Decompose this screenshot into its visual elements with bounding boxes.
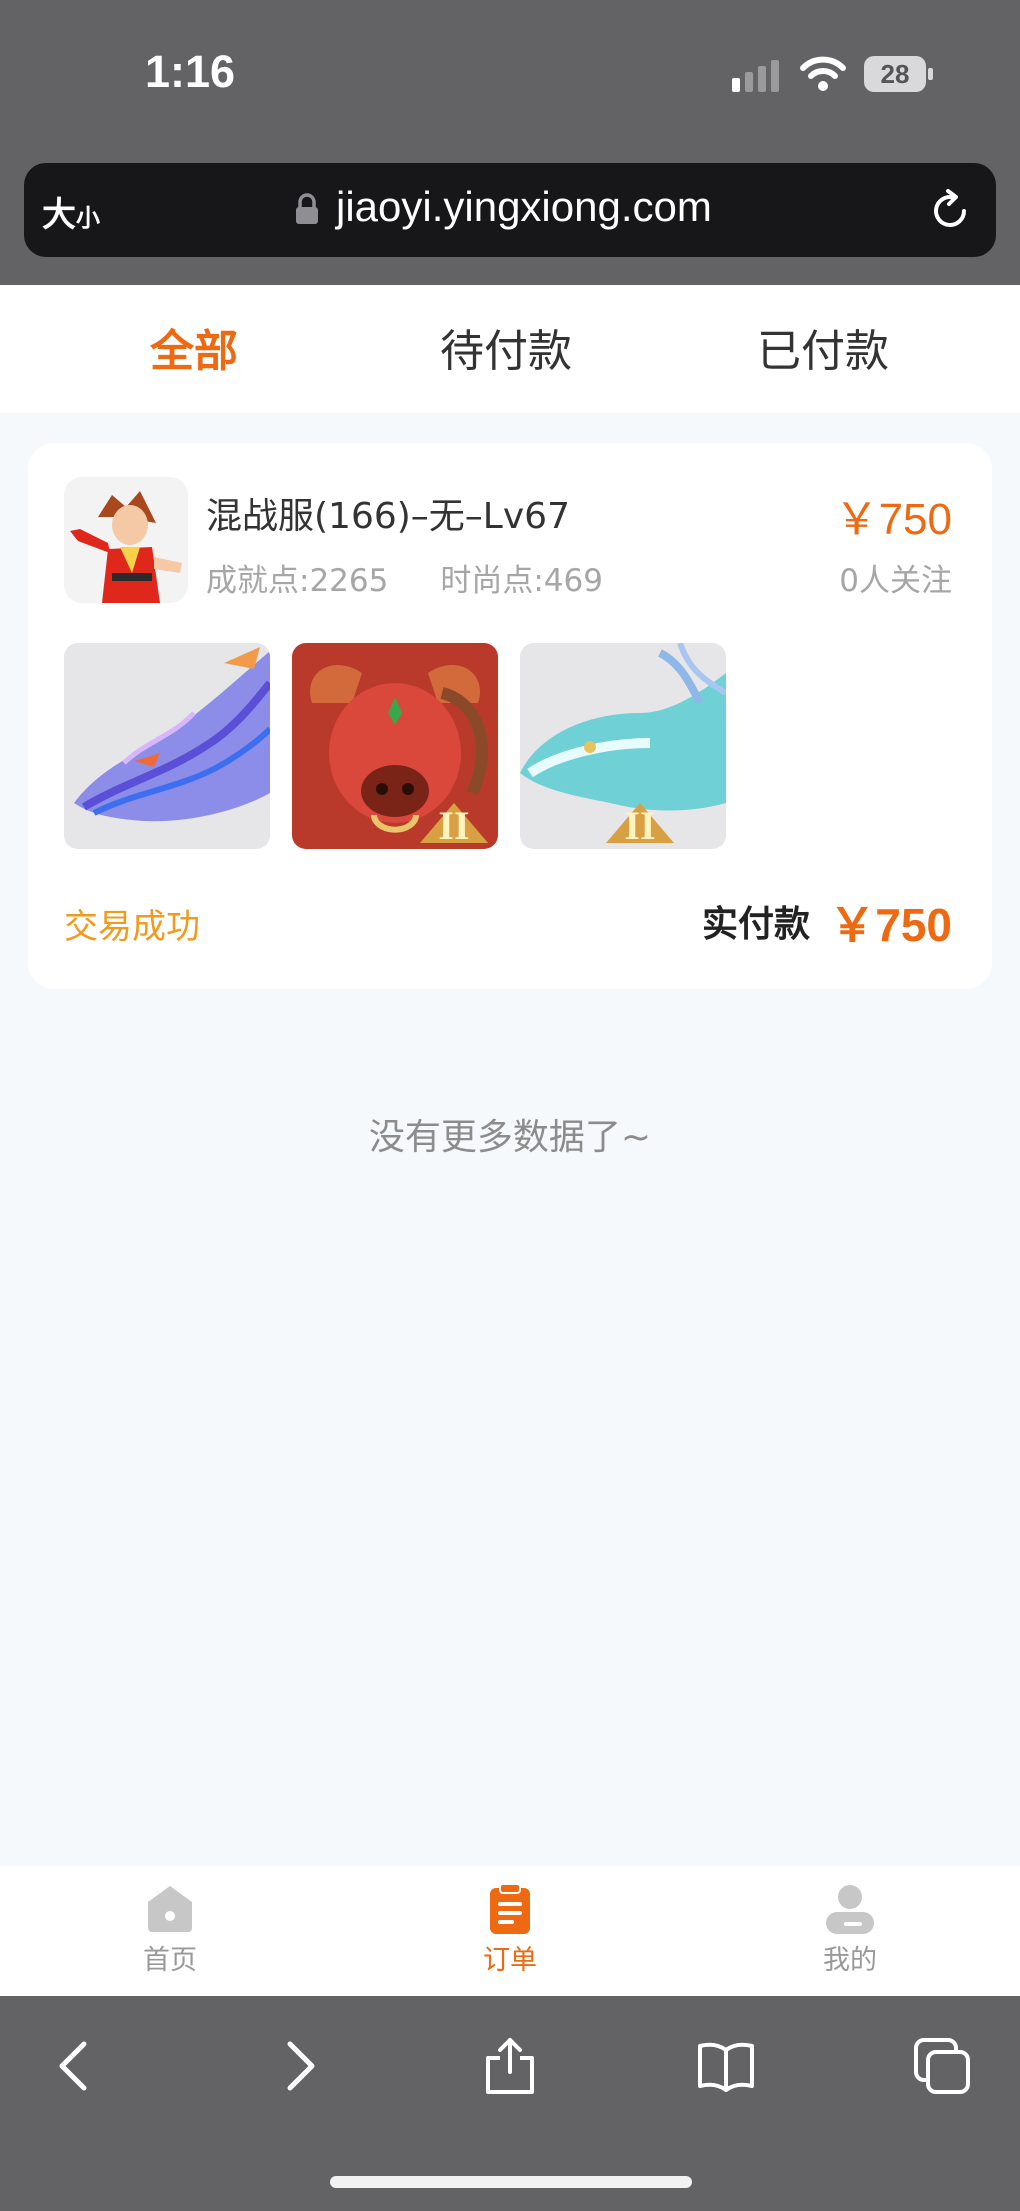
paid-label: 实付款 [702,904,811,945]
nav-profile[interactable]: 我的 [780,1882,920,1977]
tab-paid[interactable]: 已付款 [757,315,889,379]
nav-home-label: 首页 [143,1945,197,1976]
svg-text:II: II [624,803,655,848]
tab-all[interactable]: 全部 [150,315,238,379]
no-more-data-text: 没有更多数据了~ [368,1117,652,1158]
status-time: 1:16 [145,46,236,97]
text-size-small: 小 [76,204,100,232]
paid-amount: ￥750 [829,899,952,951]
order-price: ￥750 [834,495,952,544]
text-size-big: 大 [42,195,76,235]
address-bar[interactable]: 大小 jiaoyi.yingxiong.com [24,163,996,257]
red-bull-demon-icon: II [292,643,498,849]
follower-count: 0人关注 [839,563,952,599]
nav-profile-label: 我的 [823,1945,877,1976]
svg-text:II: II [438,803,469,848]
profile-icon [826,1885,874,1934]
teal-dragon-icon: II [520,643,726,849]
bottom-nav: 首页 订单 我的 [0,1866,1020,1996]
url-text[interactable]: jiaoyi.yingxiong.com [336,183,712,231]
order-status: 交易成功 [64,907,200,947]
nav-orders[interactable]: 订单 [440,1882,580,1977]
lock-icon [296,193,318,224]
browser-toolbar [0,1996,1020,2211]
text-size-button[interactable]: 大小 [42,187,100,236]
forward-icon[interactable] [268,2036,328,2096]
reload-icon[interactable] [926,187,974,235]
wifi-icon [800,56,846,91]
home-indicator [330,2176,692,2188]
browser-address-area: 大小 jiaoyi.yingxiong.com [0,155,1020,285]
order-stats: 成就点:2265 时尚点:469 [206,555,655,600]
back-icon[interactable] [46,2036,106,2096]
character-avatar [64,477,188,603]
fashion-points: 时尚点:469 [440,563,603,599]
orders-icon [490,1883,530,1934]
nav-home[interactable]: 首页 [100,1882,240,1977]
order-card[interactable]: 混战服(166)–无–Lv67 成就点:2265 时尚点:469 ￥750 0人关… [28,443,992,989]
order-tabs: 全部 待付款 已付款 [0,285,1020,413]
status-bar: 1:16 28 [0,0,1020,155]
cellular-signal-icon [732,60,779,92]
order-title: 混战服(166)–无–Lv67 [206,496,570,537]
bookmarks-icon[interactable] [696,2036,756,2096]
share-icon[interactable] [480,2036,540,2096]
battery-indicator: 28 [864,56,934,92]
tab-pending-payment[interactable]: 待付款 [440,315,572,379]
nav-orders-label: 订单 [483,1945,537,1976]
battery-level: 28 [880,59,910,89]
tabs-icon[interactable] [912,2036,972,2096]
home-icon [148,1886,192,1932]
achievement-points: 成就点:2265 [206,563,389,599]
purple-dragon-icon [64,643,270,849]
